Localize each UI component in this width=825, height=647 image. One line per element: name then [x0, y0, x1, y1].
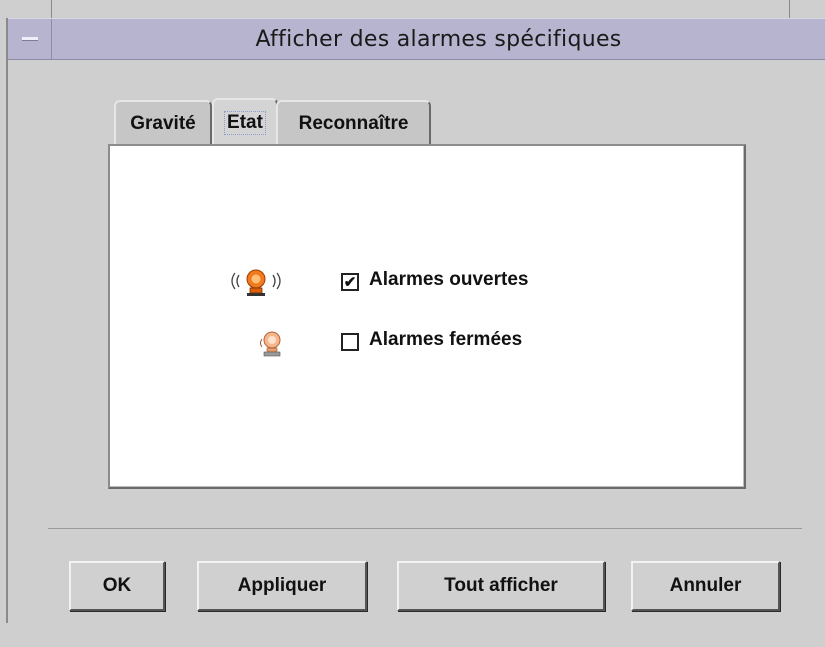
button-separator: [48, 528, 802, 529]
open-alarms-label[interactable]: Alarmes ouvertes: [369, 269, 528, 291]
closed-alarms-label[interactable]: Alarmes fermées: [369, 329, 522, 351]
window-top-tick: [789, 0, 790, 18]
apply-button[interactable]: Appliquer: [197, 561, 367, 611]
tab-reconnaitre[interactable]: Reconnaître: [276, 100, 431, 145]
cancel-button[interactable]: Annuler: [631, 561, 780, 611]
window-top-tick: [51, 0, 52, 18]
ok-button[interactable]: OK: [69, 561, 165, 611]
tab-panel-etat: ✔ Alarmes ouvertes Alarmes fermées: [108, 144, 746, 489]
tab-etat[interactable]: Etat: [212, 98, 278, 146]
tab-label: Gravité: [130, 112, 196, 134]
open-alarms-checkbox[interactable]: ✔: [341, 273, 359, 291]
window-title: Afficher des alarmes spécifiques: [255, 26, 622, 52]
silent-alarm-bell-icon: [254, 326, 290, 360]
window-menu-button[interactable]: [8, 19, 52, 59]
tab-gravite[interactable]: Gravité: [114, 100, 212, 145]
tab-label: Etat: [224, 111, 266, 135]
show-all-button[interactable]: Tout afficher: [397, 561, 605, 611]
ringing-alarm-bell-icon: [226, 264, 286, 298]
checkmark-icon: ✔: [343, 273, 357, 291]
title-bar[interactable]: Afficher des alarmes spécifiques: [8, 18, 825, 60]
closed-alarms-checkbox[interactable]: [341, 333, 359, 351]
window-menu-icon: [21, 37, 38, 41]
window-left-border: [6, 18, 8, 623]
tab-label: Reconnaître: [298, 112, 409, 134]
